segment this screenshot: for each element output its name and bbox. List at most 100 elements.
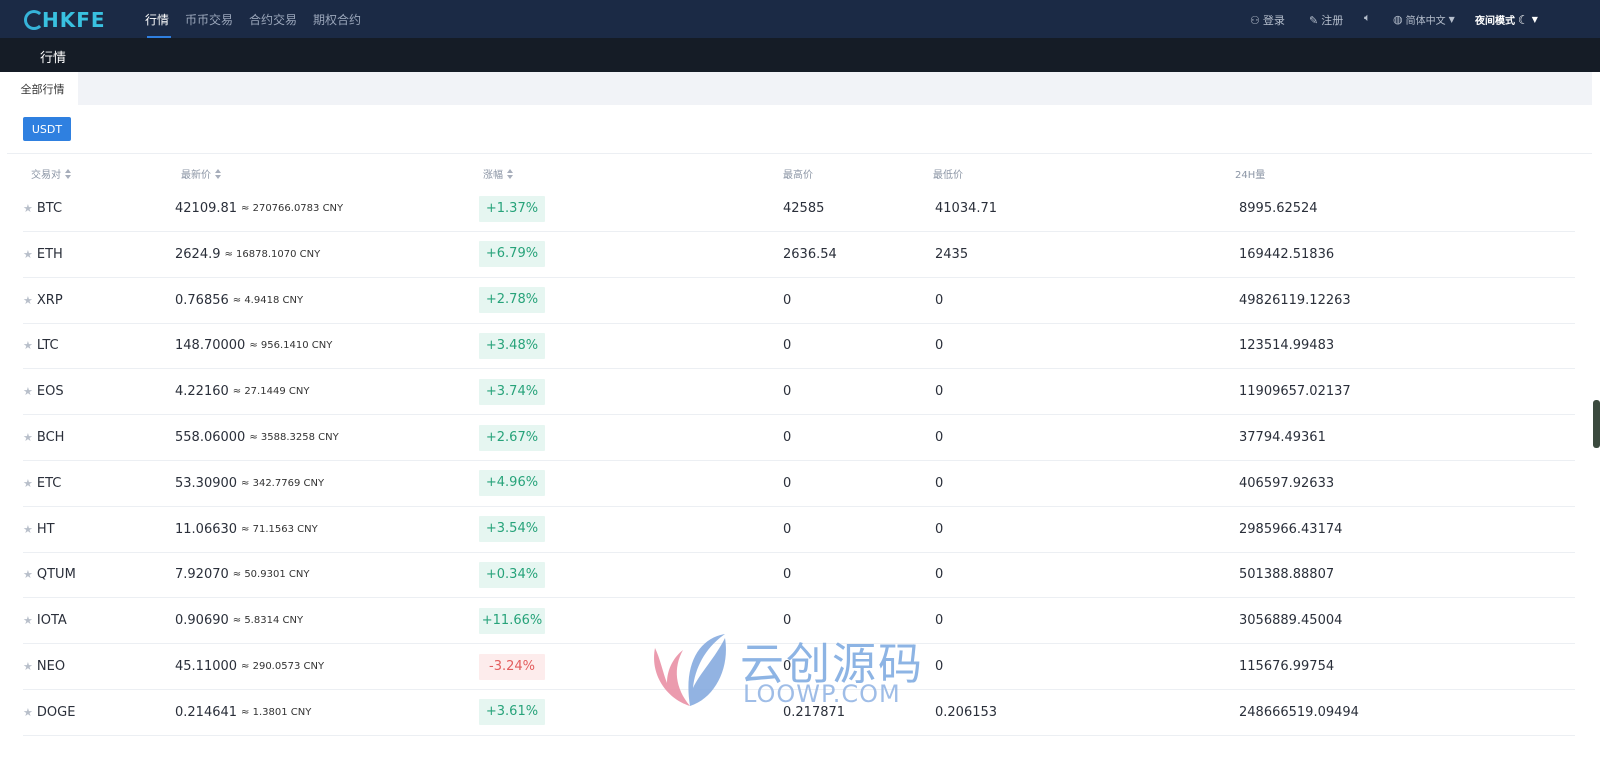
table-row[interactable]: ★ XRP 0.76856 ≈ 4.9418 CNY +2.78% 0 0 49826119.… [23, 278, 1575, 324]
pair-cell: ★ EOS [23, 369, 64, 414]
star-icon[interactable]: ★ [23, 706, 33, 719]
table-row[interactable]: ★ EOS 4.22160 ≈ 27.1449 CNY +3.74% 0 0 11909657… [23, 369, 1575, 416]
table-row[interactable]: ★ ETC 53.30900 ≈ 342.7769 CNY +4.96% 0 0 406597… [23, 461, 1575, 507]
table-row[interactable]: ★ BTC 42109.81 ≈ 270766.0783 CNY +1.37% 42585… [23, 186, 1575, 232]
header-label: 最新价 [181, 170, 211, 181]
last-price: 4.22160 [175, 384, 229, 400]
last-price: 558.06000 [175, 430, 246, 445]
scrollbar-thumb[interactable] [1593, 400, 1600, 448]
pair-cell: ★ BTC [23, 186, 62, 231]
cny-price: ≈ 342.7769 CNY [241, 477, 325, 489]
low-cell: 0.206153 [935, 704, 998, 720]
high-cell: 0 [783, 384, 792, 400]
pair-name: BTC [36, 201, 63, 216]
header-price[interactable]: 最新价 [181, 166, 221, 181]
low-cell: 0 [935, 567, 944, 583]
table-row[interactable]: ★ QTUM 7.92070 ≈ 50.9301 CNY +0.34% 0 0 501388.… [23, 552, 1575, 599]
change-cell: +3.61% [479, 690, 545, 735]
change-cell: +3.74% [479, 369, 545, 414]
change-badge: +4.96% [479, 470, 545, 497]
change-badge: +1.37% [479, 195, 545, 222]
pair-name: DOGE [36, 704, 76, 720]
pair-cell: ★ NEO [23, 644, 65, 689]
low-cell: 0 [935, 384, 944, 400]
price-cell: 53.30900 ≈ 342.7769 CNY [175, 461, 324, 506]
cny-price: ≈ 956.1410 CNY [249, 340, 333, 352]
sound-toggle[interactable]: 🔈︎ [1364, 12, 1371, 23]
volume-cell: 2985966.43174 [1239, 521, 1343, 537]
table-row[interactable]: ★ ETH 2624.9 ≈ 16878.1070 CNY +6.79% 2636.54 2… [23, 232, 1575, 278]
header-pair[interactable]: 交易对 [31, 166, 71, 181]
star-icon[interactable]: ★ [23, 385, 33, 398]
cny-price: ≈ 71.1563 CNY [241, 523, 318, 535]
header-high: 最高价 [783, 166, 813, 181]
usdt-filter-button[interactable]: USDT [23, 117, 71, 141]
login-label: 登录 [1262, 14, 1285, 27]
star-icon[interactable]: ★ [23, 248, 33, 261]
price-cell: 42109.81 ≈ 270766.0783 CNY [175, 186, 343, 231]
watermark-logo-icon [654, 634, 726, 706]
pair-cell: ★ IOTA [23, 598, 67, 643]
night-mode-toggle[interactable]: 夜间模式 ☾ ▼ [1475, 12, 1538, 28]
nav-item-futures[interactable]: 合约交易 [249, 11, 297, 28]
pair-cell: ★ ETH [23, 232, 63, 277]
change-cell: +1.37% [479, 186, 545, 231]
star-icon[interactable]: ★ [23, 614, 33, 627]
price-cell: 45.11000 ≈ 290.0573 CNY [175, 644, 324, 689]
cny-price: ≈ 290.0573 CNY [241, 661, 325, 672]
high-cell: 42585 [783, 201, 825, 216]
star-icon[interactable]: ★ [23, 568, 33, 581]
tab-all-markets[interactable]: 全部行情 [7, 72, 78, 105]
pair-name: ETC [36, 475, 62, 491]
market-tabbar: 全部行情 [7, 72, 1592, 105]
volume-cell: 406597.92633 [1239, 475, 1335, 491]
volume-cell: 501388.88807 [1239, 567, 1335, 583]
star-icon[interactable]: ★ [23, 660, 33, 673]
high-cell: 0 [783, 430, 792, 445]
globe-icon: ◍ [1393, 13, 1403, 26]
change-badge: +2.78% [479, 287, 545, 314]
price-cell: 11.06630 ≈ 71.1563 CNY [175, 507, 318, 552]
pair-name: BCH [36, 430, 65, 445]
nav-item-options[interactable]: 期权合约 [313, 11, 361, 28]
low-cell: 0 [935, 613, 944, 629]
pair-cell: ★ HT [23, 507, 55, 552]
table-row[interactable]: ★ LTC 148.70000 ≈ 956.1410 CNY +3.48% 0 0 12351… [23, 323, 1575, 370]
header-label: 最低价 [933, 170, 963, 181]
star-icon[interactable]: ★ [23, 477, 33, 490]
nav-item-spot[interactable]: 币币交易 [185, 11, 233, 28]
change-cell: -3.24% [479, 644, 545, 689]
volume-cell: 11909657.02137 [1239, 384, 1351, 400]
price-cell: 558.06000 ≈ 3588.3258 CNY [175, 415, 339, 460]
volume-cell: 248666519.09494 [1239, 704, 1359, 720]
moon-icon: ☾ [1518, 12, 1529, 27]
star-icon[interactable]: ★ [23, 294, 33, 307]
page-header: 行情 [0, 38, 1600, 72]
register-link[interactable]: ✎ 注册 [1309, 12, 1343, 28]
pair-name: EOS [36, 384, 64, 400]
change-badge: +11.66% [479, 607, 545, 634]
volume-cell: 8995.62524 [1239, 201, 1318, 216]
star-icon[interactable]: ★ [23, 431, 33, 444]
table-row[interactable]: ★ HT 11.06630 ≈ 71.1563 CNY +3.54% 0 0 2985966.… [23, 507, 1575, 553]
nav-item-market[interactable]: 行情 [145, 11, 169, 28]
star-icon[interactable]: ★ [23, 339, 33, 352]
header-change[interactable]: 涨幅 [483, 166, 513, 181]
star-icon[interactable]: ★ [23, 523, 33, 536]
login-link[interactable]: ⚇ 登录 [1250, 12, 1285, 28]
last-price: 45.11000 [175, 659, 238, 674]
cny-price: ≈ 50.9301 CNY [232, 569, 310, 581]
volume-cell: 49826119.12263 [1239, 292, 1351, 308]
low-cell: 0 [935, 659, 944, 674]
low-cell: 0 [935, 521, 944, 537]
brand-logo[interactable]: HKFE [24, 8, 106, 32]
star-icon[interactable]: ★ [23, 202, 33, 215]
change-cell: +3.54% [479, 507, 545, 552]
last-price: 148.70000 [175, 338, 246, 354]
header-label: 涨幅 [483, 170, 503, 181]
language-selector[interactable]: ◍ 简体中文 ▼ [1393, 12, 1455, 27]
change-badge: +3.61% [479, 699, 545, 726]
price-cell: 0.76856 ≈ 4.9418 CNY [175, 278, 303, 323]
pair-name: LTC [36, 338, 59, 354]
table-row[interactable]: ★ BCH 558.06000 ≈ 3588.3258 CNY +2.67% 0 0 3779… [23, 415, 1575, 461]
